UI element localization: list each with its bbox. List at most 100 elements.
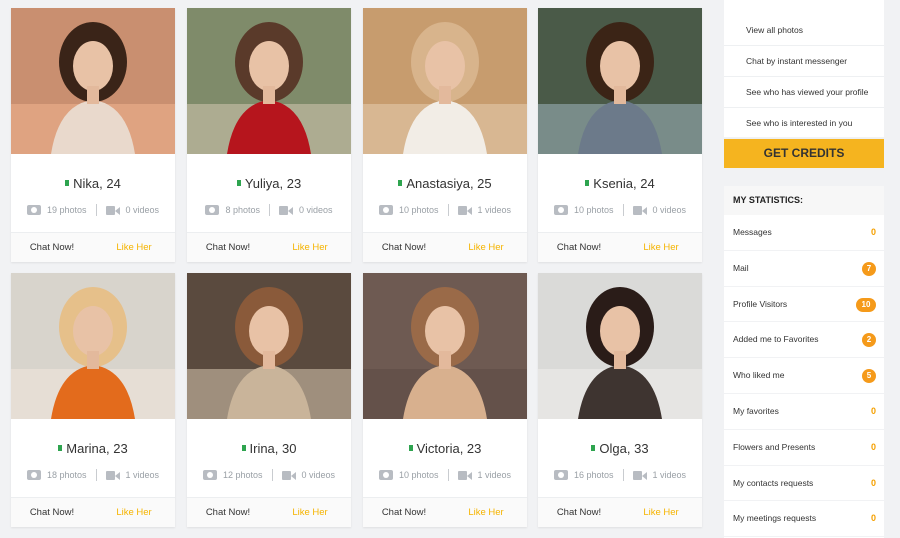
profile-name-age[interactable]: Olga, 33 [599,441,648,456]
divider [447,469,449,481]
profile-name[interactable]: Nika, 24 [11,176,175,191]
profile-photo[interactable] [11,273,175,419]
online-status-icon [236,180,241,186]
chat-now-button[interactable]: Chat Now! [538,233,620,262]
profile-photo[interactable] [538,273,702,419]
profile-photo[interactable] [187,273,351,419]
profile-name[interactable]: Anastasiya, 25 [363,176,527,191]
stat-label[interactable]: My favorites [733,406,779,416]
stat-row[interactable]: Messages 0 [724,215,884,251]
profile-name-age[interactable]: Irina, 30 [250,441,297,456]
photo-count: 10 photos [398,205,439,215]
online-status-icon [58,445,63,451]
chat-now-button[interactable]: Chat Now! [11,233,93,262]
card-actions: Chat Now! Like Her [363,232,527,262]
stat-count-badge: 0 [870,227,876,237]
profile-photo[interactable] [363,8,527,154]
chat-now-button[interactable]: Chat Now! [538,498,620,527]
menu-item-view-all-photos[interactable]: View all photos [724,0,884,46]
profile-card[interactable]: Yuliya, 23 8 photos 0 videos Chat Now! L… [187,8,351,262]
profile-name[interactable]: Marina, 23 [11,441,175,456]
profile-card[interactable]: Nika, 24 19 photos 0 videos Chat Now! Li… [11,8,175,262]
media-counts: 8 photos 0 videos [187,204,351,216]
like-her-button[interactable]: Like Her [269,233,351,262]
menu-item-interested-in-you[interactable]: See who is interested in you [724,108,884,139]
stat-count-badge: 0 [870,477,876,488]
video-camera-icon [632,205,647,215]
stat-row[interactable]: Added me to Favorites 2 [724,322,884,359]
stat-row[interactable]: Mail 7 [724,251,884,287]
profile-card[interactable]: Marina, 23 18 photos 1 videos Chat Now! … [11,273,175,527]
profile-name-age[interactable]: Marina, 23 [66,441,127,456]
profile-card[interactable]: Olga, 33 16 photos 1 videos Chat Now! Li… [538,273,702,527]
chat-now-button[interactable]: Chat Now! [187,233,269,262]
media-counts: 19 photos 0 videos [11,204,175,216]
divider [271,469,273,481]
video-count: 0 videos [299,205,333,215]
photo-count: 8 photos [225,205,260,215]
stat-row[interactable]: Who liked me 5 [724,358,884,394]
profile-card[interactable]: Victoria, 23 10 photos 1 videos Chat Now… [363,273,527,527]
get-credits-button[interactable]: GET CREDITS [724,139,884,168]
profile-name[interactable]: Irina, 30 [187,441,351,456]
profile-card[interactable]: Irina, 30 12 photos 0 videos Chat Now! L… [187,273,351,527]
online-status-icon [241,445,246,451]
stat-label[interactable]: Mail [733,263,749,273]
card-actions: Chat Now! Like Her [11,497,175,527]
profile-photo[interactable] [363,273,527,419]
chat-now-button[interactable]: Chat Now! [187,498,269,527]
photo-count: 19 photos [46,205,87,215]
like-her-button[interactable]: Like Her [93,233,175,262]
profile-photo[interactable] [11,8,175,154]
profile-card[interactable]: Anastasiya, 25 10 photos 1 videos Chat N… [363,8,527,262]
stat-count-badge: 0 [870,441,876,452]
stat-count-badge: 0 [870,513,876,524]
profile-card[interactable]: Ksenia, 24 10 photos 0 videos Chat Now! … [538,8,702,262]
stat-label[interactable]: Flowers and Presents [733,442,815,452]
stat-row[interactable]: Flowers and Presents 0 [724,430,884,466]
divider [622,204,624,216]
chat-now-button[interactable]: Chat Now! [363,233,445,262]
profile-photo[interactable] [187,8,351,154]
like-her-button[interactable]: Like Her [445,498,527,527]
divider [269,204,270,216]
like-her-button[interactable]: Like Her [445,233,527,262]
profile-photo[interactable] [538,8,702,154]
profile-name[interactable]: Ksenia, 24 [538,176,702,191]
stat-row[interactable]: Profile Visitors 10 [724,287,884,323]
stat-row[interactable]: My contacts requests 0 [724,466,884,502]
profile-name-age[interactable]: Yuliya, 23 [245,176,301,191]
photo-count: 16 photos [573,470,614,480]
stat-label[interactable]: My meetings requests [733,513,816,523]
divider [95,469,97,481]
chat-now-button[interactable]: Chat Now! [363,498,445,527]
profile-name-age[interactable]: Victoria, 23 [417,441,482,456]
profile-name[interactable]: Yuliya, 23 [187,176,351,191]
menu-item-chat-messenger[interactable]: Chat by instant messenger [724,46,884,77]
profile-name-age[interactable]: Anastasiya, 25 [406,176,491,191]
online-status-icon [408,445,413,451]
card-actions: Chat Now! Like Her [187,497,351,527]
profile-name-age[interactable]: Ksenia, 24 [593,176,654,191]
like-her-button[interactable]: Like Her [269,498,351,527]
like-her-button[interactable]: Like Her [620,233,702,262]
photo-count: 18 photos [46,470,87,480]
stat-label[interactable]: Profile Visitors [733,299,787,309]
like-her-button[interactable]: Like Her [93,498,175,527]
profile-name[interactable]: Olga, 33 [538,441,702,456]
stat-label[interactable]: Messages [733,227,772,237]
chat-now-button[interactable]: Chat Now! [11,498,93,527]
stat-label[interactable]: Who liked me [733,370,785,380]
divider [447,204,449,216]
profile-name-age[interactable]: Nika, 24 [73,176,121,191]
stat-label[interactable]: My contacts requests [733,478,813,488]
stat-row[interactable]: My meetings requests 0 [724,501,884,538]
video-count: 1 videos [125,470,160,480]
like-her-button[interactable]: Like Her [620,498,702,527]
card-actions: Chat Now! Like Her [187,232,351,262]
stat-label[interactable]: Added me to Favorites [733,334,819,344]
profile-name[interactable]: Victoria, 23 [363,441,527,456]
stat-row[interactable]: My favorites 0 [724,394,884,430]
online-status-icon [591,445,596,451]
menu-item-profile-viewers[interactable]: See who has viewed your profile [724,77,884,108]
